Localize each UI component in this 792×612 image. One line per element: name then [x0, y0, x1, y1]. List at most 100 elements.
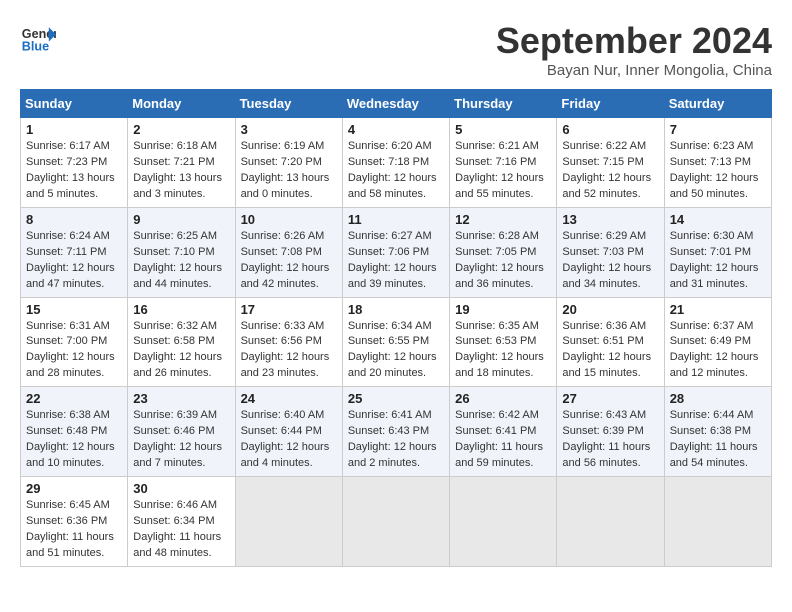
daylight-label: Daylight: 13 hours and 3 minutes.	[133, 172, 222, 200]
calendar-day-cell: 21 Sunrise: 6:37 AM Sunset: 6:49 PM Dayl…	[664, 297, 771, 387]
day-number: 19	[455, 302, 551, 317]
sunrise-label: Sunrise: 6:22 AM	[562, 140, 646, 152]
daylight-label: Daylight: 12 hours and 20 minutes.	[348, 351, 437, 379]
calendar-day-cell: 29 Sunrise: 6:45 AM Sunset: 6:36 PM Dayl…	[21, 477, 128, 567]
day-info: Sunrise: 6:43 AM Sunset: 6:39 PM Dayligh…	[562, 408, 658, 472]
sunset-label: Sunset: 7:05 PM	[455, 246, 536, 258]
sunrise-label: Sunrise: 6:25 AM	[133, 230, 217, 242]
day-number: 3	[241, 122, 337, 137]
daylight-label: Daylight: 12 hours and 36 minutes.	[455, 262, 544, 290]
day-info: Sunrise: 6:37 AM Sunset: 6:49 PM Dayligh…	[670, 319, 766, 383]
sunrise-label: Sunrise: 6:46 AM	[133, 499, 217, 511]
sunrise-label: Sunrise: 6:45 AM	[26, 499, 110, 511]
sunset-label: Sunset: 7:10 PM	[133, 246, 214, 258]
day-info: Sunrise: 6:39 AM Sunset: 6:46 PM Dayligh…	[133, 408, 229, 472]
sunrise-label: Sunrise: 6:23 AM	[670, 140, 754, 152]
sunrise-label: Sunrise: 6:39 AM	[133, 409, 217, 421]
sunrise-label: Sunrise: 6:37 AM	[670, 320, 754, 332]
daylight-label: Daylight: 12 hours and 34 minutes.	[562, 262, 651, 290]
weekday-header: Friday	[557, 90, 664, 118]
day-info: Sunrise: 6:34 AM Sunset: 6:55 PM Dayligh…	[348, 319, 444, 383]
daylight-label: Daylight: 12 hours and 42 minutes.	[241, 262, 330, 290]
day-number: 1	[26, 122, 122, 137]
day-number: 25	[348, 391, 444, 406]
daylight-label: Daylight: 12 hours and 44 minutes.	[133, 262, 222, 290]
daylight-label: Daylight: 12 hours and 10 minutes.	[26, 441, 115, 469]
sunrise-label: Sunrise: 6:20 AM	[348, 140, 432, 152]
logo: General Blue	[20, 20, 56, 56]
calendar-day-cell: 24 Sunrise: 6:40 AM Sunset: 6:44 PM Dayl…	[235, 387, 342, 477]
day-info: Sunrise: 6:33 AM Sunset: 6:56 PM Dayligh…	[241, 319, 337, 383]
daylight-label: Daylight: 11 hours and 51 minutes.	[26, 531, 114, 559]
day-number: 11	[348, 212, 444, 227]
daylight-label: Daylight: 12 hours and 47 minutes.	[26, 262, 115, 290]
calendar-day-cell: 26 Sunrise: 6:42 AM Sunset: 6:41 PM Dayl…	[450, 387, 557, 477]
daylight-label: Daylight: 12 hours and 7 minutes.	[133, 441, 222, 469]
sunset-label: Sunset: 7:01 PM	[670, 246, 751, 258]
weekday-header: Thursday	[450, 90, 557, 118]
day-number: 12	[455, 212, 551, 227]
daylight-label: Daylight: 12 hours and 15 minutes.	[562, 351, 651, 379]
weekday-header: Sunday	[21, 90, 128, 118]
calendar-day-cell	[342, 477, 449, 567]
daylight-label: Daylight: 12 hours and 26 minutes.	[133, 351, 222, 379]
sunrise-label: Sunrise: 6:36 AM	[562, 320, 646, 332]
calendar-day-cell: 22 Sunrise: 6:38 AM Sunset: 6:48 PM Dayl…	[21, 387, 128, 477]
sunset-label: Sunset: 6:34 PM	[133, 515, 214, 527]
sunset-label: Sunset: 6:55 PM	[348, 335, 429, 347]
day-info: Sunrise: 6:31 AM Sunset: 7:00 PM Dayligh…	[26, 319, 122, 383]
sunset-label: Sunset: 6:38 PM	[670, 425, 751, 437]
day-info: Sunrise: 6:23 AM Sunset: 7:13 PM Dayligh…	[670, 139, 766, 203]
calendar-day-cell: 10 Sunrise: 6:26 AM Sunset: 7:08 PM Dayl…	[235, 207, 342, 297]
sunrise-label: Sunrise: 6:26 AM	[241, 230, 325, 242]
sunset-label: Sunset: 7:03 PM	[562, 246, 643, 258]
calendar-week-row: 29 Sunrise: 6:45 AM Sunset: 6:36 PM Dayl…	[21, 477, 772, 567]
calendar-day-cell: 16 Sunrise: 6:32 AM Sunset: 6:58 PM Dayl…	[128, 297, 235, 387]
day-number: 28	[670, 391, 766, 406]
day-info: Sunrise: 6:27 AM Sunset: 7:06 PM Dayligh…	[348, 229, 444, 293]
weekday-header: Saturday	[664, 90, 771, 118]
sunrise-label: Sunrise: 6:31 AM	[26, 320, 110, 332]
sunset-label: Sunset: 7:08 PM	[241, 246, 322, 258]
day-number: 9	[133, 212, 229, 227]
day-number: 23	[133, 391, 229, 406]
sunrise-label: Sunrise: 6:30 AM	[670, 230, 754, 242]
calendar-day-cell: 28 Sunrise: 6:44 AM Sunset: 6:38 PM Dayl…	[664, 387, 771, 477]
daylight-label: Daylight: 13 hours and 5 minutes.	[26, 172, 115, 200]
sunset-label: Sunset: 6:39 PM	[562, 425, 643, 437]
sunrise-label: Sunrise: 6:18 AM	[133, 140, 217, 152]
daylight-label: Daylight: 12 hours and 12 minutes.	[670, 351, 759, 379]
calendar-day-cell: 19 Sunrise: 6:35 AM Sunset: 6:53 PM Dayl…	[450, 297, 557, 387]
sunset-label: Sunset: 7:20 PM	[241, 156, 322, 168]
calendar-day-cell: 12 Sunrise: 6:28 AM Sunset: 7:05 PM Dayl…	[450, 207, 557, 297]
sunrise-label: Sunrise: 6:17 AM	[26, 140, 110, 152]
daylight-label: Daylight: 11 hours and 48 minutes.	[133, 531, 221, 559]
weekday-header-row: SundayMondayTuesdayWednesdayThursdayFrid…	[21, 90, 772, 118]
calendar-day-cell: 15 Sunrise: 6:31 AM Sunset: 7:00 PM Dayl…	[21, 297, 128, 387]
day-info: Sunrise: 6:19 AM Sunset: 7:20 PM Dayligh…	[241, 139, 337, 203]
calendar-day-cell: 9 Sunrise: 6:25 AM Sunset: 7:10 PM Dayli…	[128, 207, 235, 297]
day-number: 2	[133, 122, 229, 137]
calendar-week-row: 22 Sunrise: 6:38 AM Sunset: 6:48 PM Dayl…	[21, 387, 772, 477]
calendar-day-cell: 27 Sunrise: 6:43 AM Sunset: 6:39 PM Dayl…	[557, 387, 664, 477]
sunset-label: Sunset: 6:46 PM	[133, 425, 214, 437]
calendar-week-row: 8 Sunrise: 6:24 AM Sunset: 7:11 PM Dayli…	[21, 207, 772, 297]
daylight-label: Daylight: 12 hours and 50 minutes.	[670, 172, 759, 200]
sunrise-label: Sunrise: 6:28 AM	[455, 230, 539, 242]
sunset-label: Sunset: 6:56 PM	[241, 335, 322, 347]
day-info: Sunrise: 6:41 AM Sunset: 6:43 PM Dayligh…	[348, 408, 444, 472]
sunset-label: Sunset: 6:43 PM	[348, 425, 429, 437]
calendar-day-cell: 1 Sunrise: 6:17 AM Sunset: 7:23 PM Dayli…	[21, 118, 128, 208]
sunrise-label: Sunrise: 6:32 AM	[133, 320, 217, 332]
day-info: Sunrise: 6:35 AM Sunset: 6:53 PM Dayligh…	[455, 319, 551, 383]
day-number: 7	[670, 122, 766, 137]
calendar-day-cell: 14 Sunrise: 6:30 AM Sunset: 7:01 PM Dayl…	[664, 207, 771, 297]
calendar-day-cell	[557, 477, 664, 567]
day-number: 16	[133, 302, 229, 317]
sunset-label: Sunset: 6:48 PM	[26, 425, 107, 437]
day-number: 15	[26, 302, 122, 317]
calendar-week-row: 1 Sunrise: 6:17 AM Sunset: 7:23 PM Dayli…	[21, 118, 772, 208]
sunset-label: Sunset: 6:51 PM	[562, 335, 643, 347]
weekday-header: Monday	[128, 90, 235, 118]
sunset-label: Sunset: 6:44 PM	[241, 425, 322, 437]
